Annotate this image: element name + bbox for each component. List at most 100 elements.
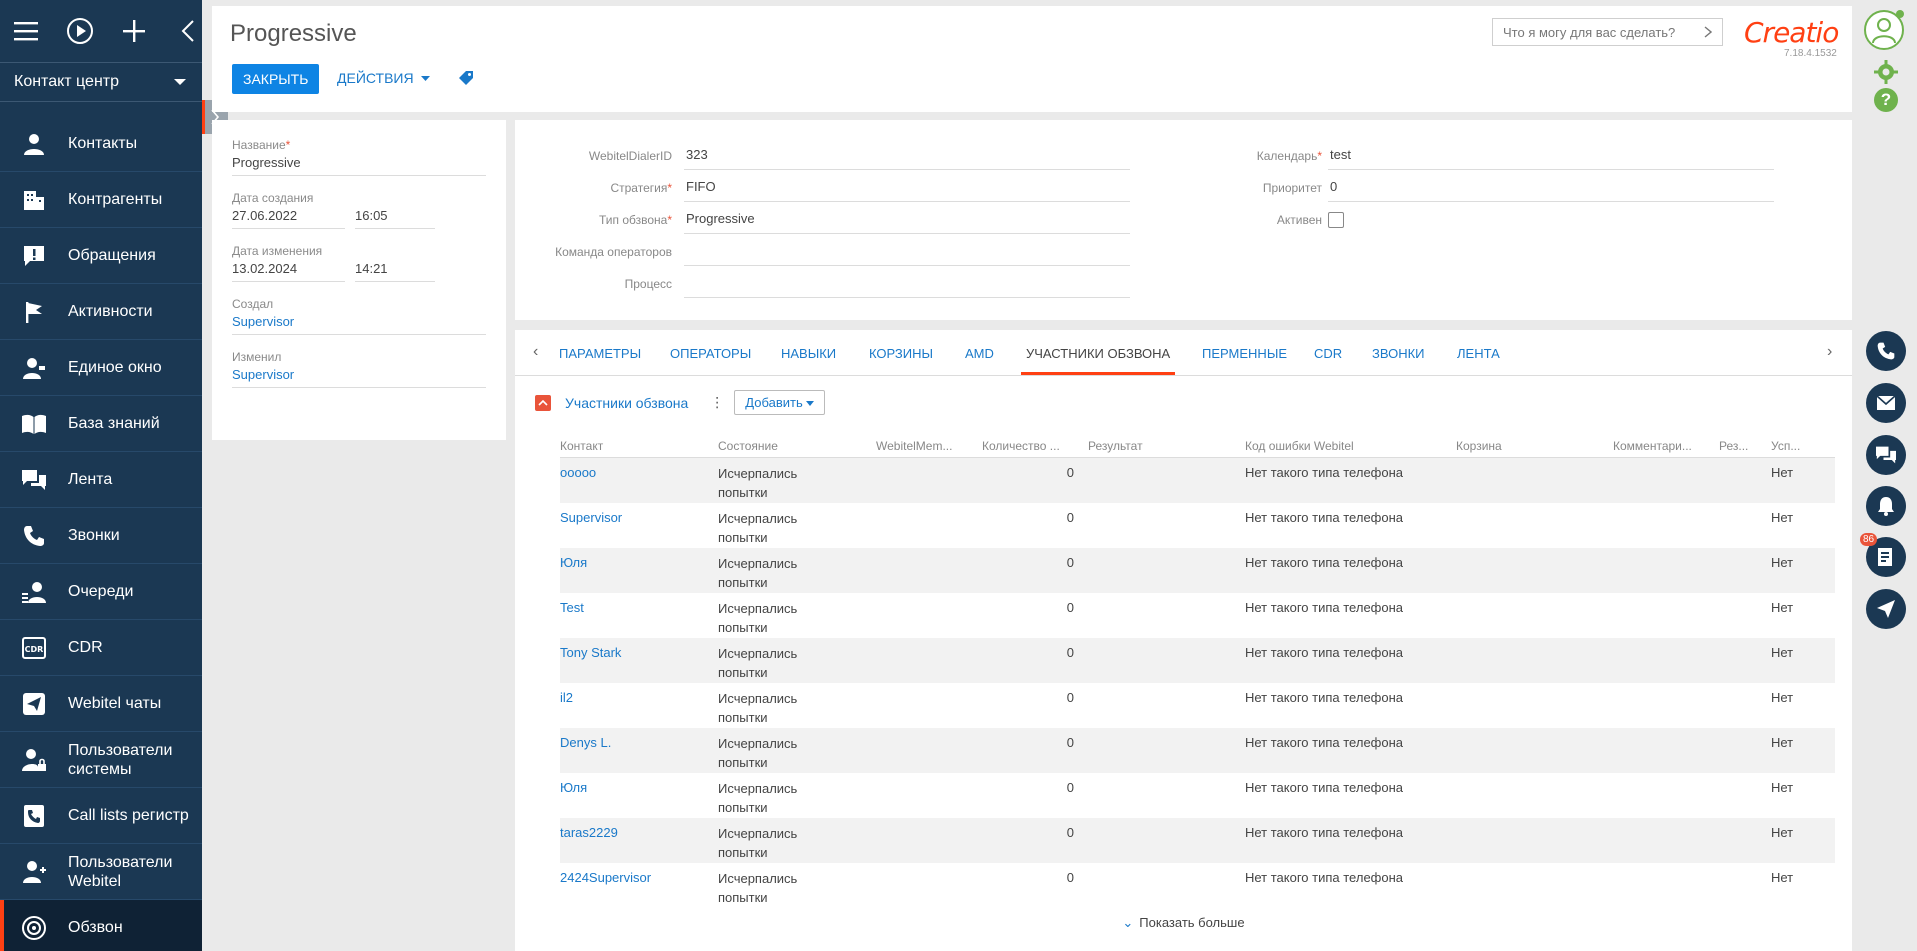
hamburger-menu-icon[interactable] [12,16,40,46]
contact-link[interactable]: Supervisor [560,510,622,525]
table-row[interactable]: Tony Stark Исчерпались попытки 0 Нет такого… [560,638,1835,683]
column-header[interactable]: Корзина [1456,439,1502,453]
contact-link[interactable]: ooooo [560,465,596,480]
contact-link[interactable]: il2 [560,690,573,705]
tab-scroll-right-icon[interactable]: › [1827,343,1832,361]
workplace-selector[interactable]: Контакт центр [0,62,202,102]
tab-amd[interactable]: AMD [965,346,994,375]
active-label: Активен [1276,213,1322,227]
sidebar-item-system-users[interactable]: Пользователи системы [0,732,202,788]
table-row[interactable]: Юля Исчерпались попытки 0 Нет такого типа т… [560,773,1835,818]
phone-button[interactable] [1866,331,1906,371]
modified-time-field[interactable]: 14:21 [355,258,435,282]
tab-feed[interactable]: ЛЕНТА [1457,346,1500,375]
detail-title[interactable]: Участники обзвона [565,395,688,411]
active-checkbox[interactable] [1328,212,1344,228]
table-row[interactable]: Test Исчерпались попытки 0 Нет такого типа … [560,593,1835,638]
settings-gear-icon[interactable] [1874,60,1898,87]
tab-cdr[interactable]: CDR [1314,346,1342,375]
table-row[interactable]: Юля Исчерпались попытки 0 Нет такого типа т… [560,548,1835,593]
email-button[interactable] [1866,383,1906,423]
add-button[interactable]: Добавить [734,390,826,415]
webitel-send-button[interactable] [1866,589,1906,629]
plus-icon[interactable] [120,16,148,46]
tab-scroll-left-icon[interactable]: ‹ [533,343,538,361]
created-date-field[interactable]: 27.06.2022 [232,205,345,229]
collapse-sidebar-icon[interactable] [174,16,202,46]
column-header[interactable]: Рез... [1719,439,1748,453]
contact-link[interactable]: taras2229 [560,825,618,840]
contact-link[interactable]: Юля [560,555,587,570]
table-row[interactable]: Supervisor Исчерпались попытки 0 Нет такого… [560,503,1835,548]
dialer-id-field[interactable]: 323 [684,142,1130,170]
sidebar-item-call-lists[interactable]: Call lists регистр [0,788,202,844]
table-row[interactable]: Denys L. Исчерпались попытки 0 Нет такого т… [560,728,1835,773]
book-icon [20,410,48,438]
tab-skills[interactable]: НАВЫКИ [781,346,836,375]
created-time-field[interactable]: 16:05 [355,205,435,229]
tab-participants[interactable]: УЧАСТНИКИ ОБЗВОНА [1021,346,1176,375]
tasks-button[interactable]: 86 [1860,533,1906,577]
sidebar-item-calls[interactable]: Звонки [0,508,202,564]
more-options-icon[interactable]: ⋮ [710,394,724,411]
sidebar-item-single-window[interactable]: Единое окно [0,340,202,396]
process-field[interactable] [684,270,1130,298]
column-header[interactable]: WebitelMem... [876,439,952,453]
tab-buckets[interactable]: КОРЗИНЫ [869,346,933,375]
notifications-button[interactable] [1866,486,1906,526]
sidebar-item-label: Контакты [68,134,138,152]
column-header[interactable]: Результат [1088,439,1143,453]
modified-date-field[interactable]: 13.02.2024 [232,258,345,282]
dialer-type-field[interactable]: Progressive [684,206,1130,234]
calendar-field[interactable]: test [1328,142,1774,170]
actions-dropdown[interactable]: ДЕЙСТВИЯ [337,70,431,86]
sidebar-item-accounts[interactable]: Контрагенты [0,172,202,228]
strategy-field[interactable]: FIFO [684,174,1130,202]
sidebar-item-queues[interactable]: Очереди [0,564,202,620]
command-search-input[interactable]: Что я могу для вас сделать? [1492,18,1723,46]
help-icon[interactable]: ? [1874,88,1898,112]
table-row[interactable]: taras2229 Исчерпались попытки 0 Нет такого … [560,818,1835,863]
column-header[interactable]: Состояние [718,439,778,453]
sidebar-item-activities[interactable]: Активности [0,284,202,340]
tab-calls[interactable]: ЗВОНКИ [1372,346,1425,375]
tab-parameters[interactable]: ПАРАМЕТРЫ [559,346,641,375]
column-header[interactable]: Контакт [560,439,603,453]
column-header[interactable]: Количество ... [982,439,1060,453]
sidebar-item-cases[interactable]: Обращения [0,228,202,284]
table-row[interactable]: il2 Исчерпались попытки 0 Нет такого типа т… [560,683,1835,728]
sidebar-item-webitel-users[interactable]: Пользователи Webitel [0,844,202,900]
contact-link[interactable]: 2424Supervisor [560,870,651,885]
created-by-link[interactable]: Supervisor [232,311,486,335]
priority-field[interactable]: 0 [1328,174,1774,202]
tag-icon[interactable] [458,70,474,89]
contact-link[interactable]: Tony Stark [560,645,621,660]
send-icon [1877,600,1895,618]
show-more-button[interactable]: ⌄ Показать больше [515,915,1852,931]
table-row[interactable]: ooooo Исчерпались попытки 0 Нет такого типа… [560,458,1835,503]
tab-variables[interactable]: ПЕРМЕННЫЕ [1202,346,1287,375]
modified-by-link[interactable]: Supervisor [232,364,486,388]
table-row[interactable]: 2424Supervisor Исчерпались попытки 0 Нет та… [560,863,1835,908]
tab-operators[interactable]: ОПЕРАТОРЫ [670,346,751,375]
user-profile-avatar[interactable] [1864,10,1904,50]
play-circle-icon[interactable] [66,16,94,46]
collapse-detail-icon[interactable] [535,394,551,411]
contact-link[interactable]: Denys L. [560,735,611,750]
sidebar-item-knowledge-base[interactable]: База знаний [0,396,202,452]
contact-link[interactable]: Test [560,600,584,615]
sidebar-item-contacts[interactable]: Контакты [0,116,202,172]
sidebar-item-feed[interactable]: Лента [0,452,202,508]
column-header[interactable]: Усп... [1771,439,1800,453]
sidebar-item-dialer[interactable]: Обзвон [0,900,202,951]
chat-button[interactable] [1866,435,1906,475]
column-header[interactable]: Код ошибки Webitel [1245,439,1354,453]
sidebar-item-webitel-chats[interactable]: Webitel чаты [0,676,202,732]
right-communication-panel: ? 86 [1856,0,1917,951]
column-header[interactable]: Комментари... [1613,439,1692,453]
sidebar-item-cdr[interactable]: CDR CDR [0,620,202,676]
name-field[interactable]: Progressive [232,152,486,176]
contact-link[interactable]: Юля [560,780,587,795]
close-button[interactable]: ЗАКРЫТЬ [232,64,320,94]
operators-team-field[interactable] [684,238,1130,266]
